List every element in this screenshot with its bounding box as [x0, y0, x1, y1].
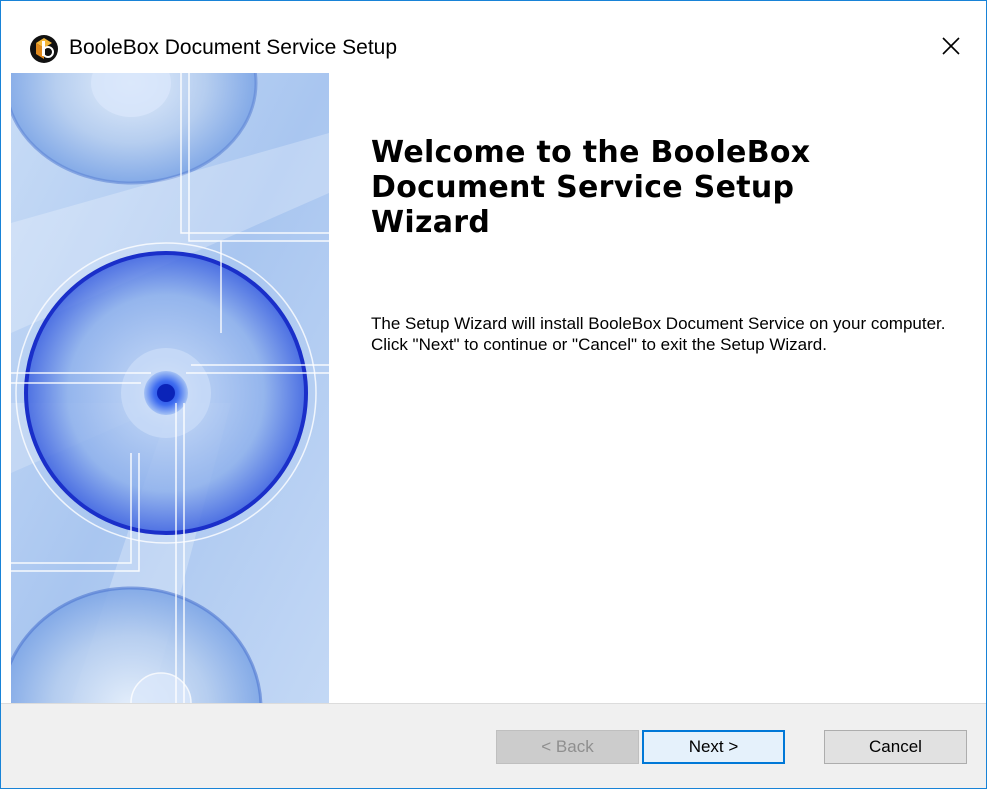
wizard-banner-image [11, 73, 329, 703]
title-bar[interactable]: BooleBox Document Service Setup [1, 1, 986, 64]
close-button[interactable] [916, 1, 986, 61]
next-button[interactable]: Next > [642, 730, 785, 764]
close-icon [942, 37, 960, 55]
button-bar: < Back Next > Cancel [1, 703, 986, 788]
window-title: BooleBox Document Service Setup [69, 36, 398, 59]
cancel-button[interactable]: Cancel [824, 730, 967, 764]
back-button[interactable]: < Back [496, 730, 639, 764]
wizard-content: Welcome to the BooleBox Document Service… [329, 73, 986, 703]
boolebox-logo-icon [29, 34, 59, 64]
page-title: Welcome to the BooleBox Document Service… [371, 135, 811, 240]
setup-wizard-window: BooleBox Document Service Setup Welcome … [0, 0, 987, 789]
description-text: The Setup Wizard will install BooleBox D… [371, 314, 946, 354]
